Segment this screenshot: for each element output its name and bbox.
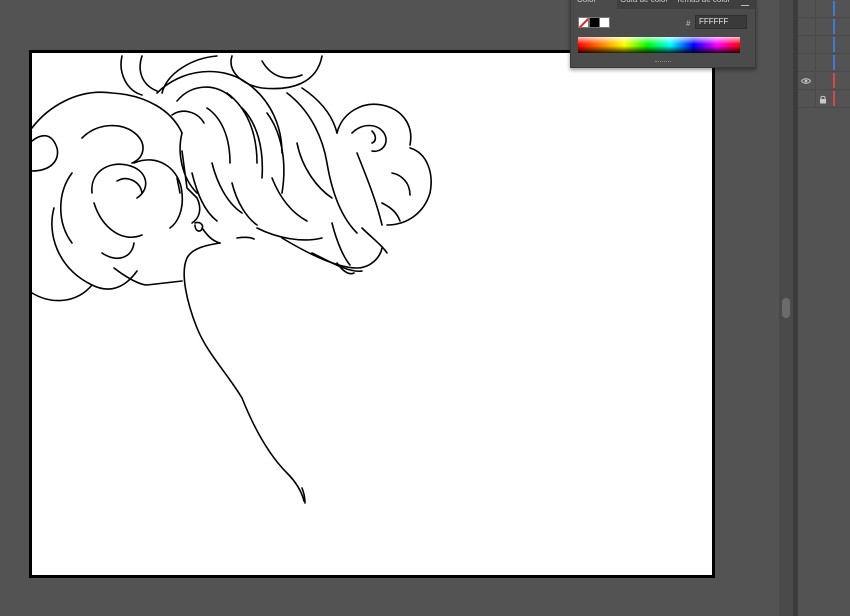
scrollbar-thumb[interactable] (782, 298, 790, 318)
layer-cell-divider (815, 54, 816, 71)
eye-icon[interactable] (801, 77, 811, 85)
layer-row[interactable] (798, 54, 850, 72)
layer-row[interactable] (798, 18, 850, 36)
layer-color-stripe (833, 37, 835, 52)
artboard[interactable] (29, 50, 715, 578)
tab-color[interactable]: Color (571, 0, 617, 9)
layer-cell-divider (815, 36, 816, 53)
layer-color-stripe (833, 55, 835, 70)
color-panel-tabbar: Color Guía de color Temas de color (571, 0, 755, 9)
layer-cell-divider (815, 72, 816, 89)
tab-color-themes[interactable]: Temas de color (673, 0, 736, 9)
canvas-workspace[interactable] (0, 0, 780, 616)
vertical-scrollbar[interactable] (779, 0, 793, 616)
layers-panel (798, 0, 850, 616)
layer-color-stripe (833, 91, 835, 106)
layer-row[interactable] (798, 36, 850, 54)
line-art-drawing (32, 55, 432, 504)
tab-color-guide[interactable]: Guía de color (617, 0, 672, 9)
fill-none-swatch[interactable] (578, 17, 589, 28)
layer-color-stripe (833, 1, 835, 16)
layer-color-stripe (833, 19, 835, 34)
color-panel: Color Guía de color Temas de color # FFF… (570, 0, 756, 68)
color-spectrum[interactable] (578, 37, 740, 53)
panel-resize-grip[interactable] (655, 61, 671, 64)
hex-label: # (686, 19, 691, 28)
layer-cell-divider (815, 18, 816, 35)
layer-row[interactable] (798, 0, 850, 18)
layer-cell-divider (815, 90, 816, 107)
layer-color-stripe (833, 73, 835, 88)
panel-menu-icon[interactable] (741, 0, 749, 6)
white-swatch[interactable] (599, 17, 610, 28)
lock-icon[interactable] (819, 95, 827, 104)
layer-cell-divider (815, 0, 816, 17)
hex-color-input[interactable]: FFFFFF (695, 15, 747, 29)
